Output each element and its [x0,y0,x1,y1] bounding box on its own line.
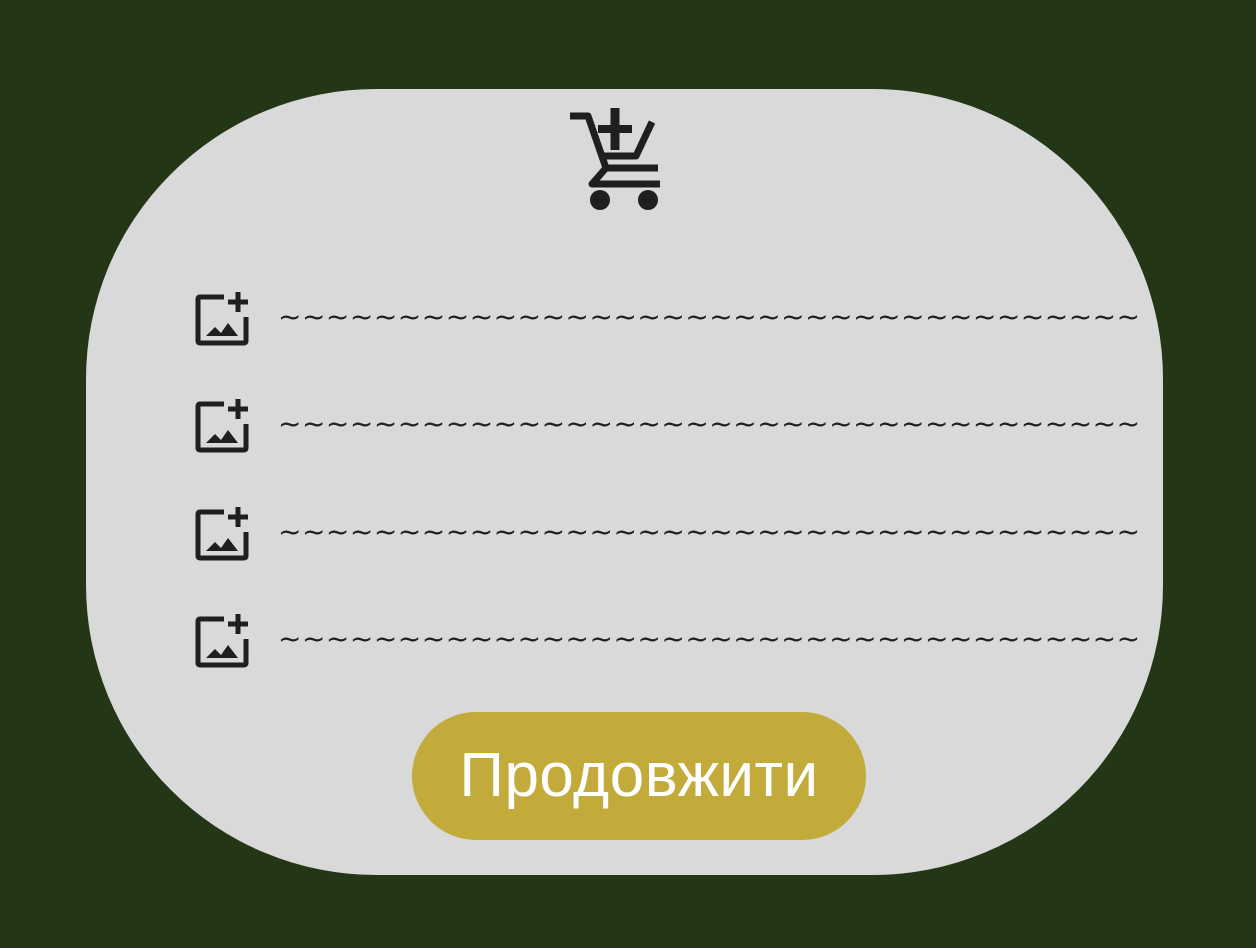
item-text: ~~~~~~~~~~~~~~~~~~~~~~~~~~~~~~~~~~~~ [278,300,1141,333]
list-item[interactable]: ~~~~~~~~~~~~~~~~~~~~~~~~~~~~~~~~~~~~ [192,397,1140,457]
continue-button[interactable]: Продовжити [412,712,866,840]
item-text: ~~~~~~~~~~~~~~~~~~~~~~~~~~~~~~~~~~~~ [278,622,1141,655]
list-item[interactable]: ~~~~~~~~~~~~~~~~~~~~~~~~~~~~~~~~~~~~ [192,612,1140,672]
item-text: ~~~~~~~~~~~~~~~~~~~~~~~~~~~~~~~~~~~~ [278,407,1141,440]
add-photo-icon [195,507,249,561]
add-photo-icon [195,399,249,453]
add-photo-icon [195,292,249,346]
list-item[interactable]: ~~~~~~~~~~~~~~~~~~~~~~~~~~~~~~~~~~~~ [192,290,1140,350]
add-shopping-cart-icon [570,108,660,210]
list-item[interactable]: ~~~~~~~~~~~~~~~~~~~~~~~~~~~~~~~~~~~~ [192,505,1140,565]
item-text: ~~~~~~~~~~~~~~~~~~~~~~~~~~~~~~~~~~~~ [278,515,1141,548]
add-photo-icon [195,614,249,668]
